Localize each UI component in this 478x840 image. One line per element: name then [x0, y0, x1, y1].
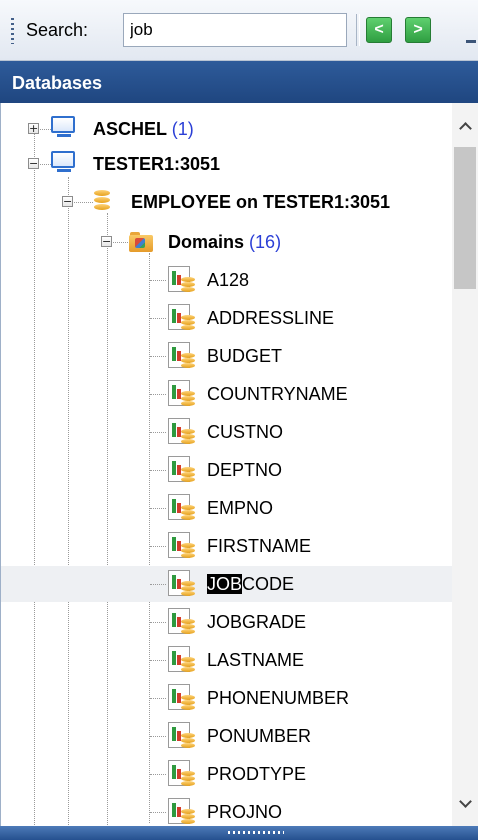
chevron-down-icon [458, 794, 472, 808]
tree-node-label: LASTNAME [207, 650, 305, 670]
domain-icon [168, 684, 198, 712]
find-next-button[interactable]: > [405, 17, 431, 43]
tree-node-domain-lastname[interactable]: LASTNAME [1, 642, 452, 678]
tree-node-label: EMPNO [207, 498, 274, 518]
tree-node-domain-phonenumber[interactable]: PHONENUMBER [1, 680, 452, 716]
chevron-right-icon: > [413, 21, 423, 38]
domain-icon [168, 266, 198, 294]
domain-icon [168, 608, 198, 636]
domain-icon [168, 494, 198, 522]
panel-header: Databases [0, 61, 478, 103]
node-count: (16) [249, 232, 282, 252]
tree-node-label: PONUMBER [207, 726, 312, 746]
chevron-left-icon: < [374, 21, 384, 38]
domain-icon [168, 532, 198, 560]
tree-node-domain-countryname[interactable]: COUNTRYNAME [1, 376, 452, 412]
tree-node-label: PHONENUMBER [207, 688, 350, 708]
tree-node-label: PROJNO [207, 802, 283, 822]
vertical-scrollbar[interactable] [452, 103, 478, 826]
chevron-up-icon [458, 121, 472, 135]
tree-node-label: ADDRESSLINE [207, 308, 335, 328]
domain-icon [168, 646, 198, 674]
tree-node-domain-empno[interactable]: EMPNO [1, 490, 452, 526]
tree-node-label: EMPLOYEE on TESTER1:3051 [131, 192, 391, 212]
panel-splitter[interactable] [0, 826, 478, 840]
tree-node-server-tester1[interactable]: − TESTER1:3051 [1, 146, 452, 182]
tree-node-database-employee[interactable]: − EMPLOYEE on TESTER1:3051 [1, 184, 452, 220]
tree-node-domain-projno[interactable]: PROJNO [1, 794, 452, 826]
panel-title: Databases [12, 73, 103, 93]
tree-node-label: FIRSTNAME [207, 536, 312, 556]
tree-node-domain-addressline[interactable]: ADDRESSLINE [1, 300, 452, 336]
collapse-minus-icon[interactable]: − [62, 196, 73, 207]
tree-node-label: JOBCODE [207, 574, 295, 594]
splitter-grip-handle[interactable] [228, 831, 284, 834]
collapse-minus-icon[interactable]: − [101, 236, 112, 247]
tree-node-label: TESTER1:3051 [93, 154, 221, 174]
domain-icon [168, 380, 198, 408]
tree-node-domain-a128[interactable]: A128 [1, 262, 452, 298]
database-icon [94, 190, 110, 214]
scrollbar-thumb[interactable] [454, 147, 476, 289]
tree-node-label: Domains (16) [168, 232, 282, 252]
find-previous-button[interactable]: < [366, 17, 392, 43]
tree-node-domain-jobgrade[interactable]: JOBGRADE [1, 604, 452, 640]
tree-node-domain-deptno[interactable]: DEPTNO [1, 452, 452, 488]
tree-node-label: PRODTYPE [207, 764, 307, 784]
tree-node-domain-firstname[interactable]: FIRSTNAME [1, 528, 452, 564]
domain-icon [168, 304, 198, 332]
tree-node-label: BUDGET [207, 346, 283, 366]
tree-node-label: COUNTRYNAME [207, 384, 348, 404]
collapse-minus-icon[interactable]: − [28, 158, 39, 169]
tree-node-domain-jobcode[interactable]: JOBCODE [1, 566, 452, 602]
server-monitor-icon [51, 116, 77, 140]
tree-node-domains-folder[interactable]: − Domains (16) [1, 224, 452, 260]
tree-node-label: DEPTNO [207, 460, 283, 480]
domain-icon [168, 418, 198, 446]
toolbar-overflow-button[interactable] [466, 40, 476, 49]
domain-icon [168, 342, 198, 370]
tree-node-label: CUSTNO [207, 422, 283, 442]
tree-node-label: ASCHEL (1) [93, 119, 194, 139]
search-match-highlight: JOB [207, 574, 243, 594]
search-toolbar: Search: < > [0, 0, 478, 61]
scroll-up-button[interactable] [452, 103, 478, 147]
domain-icon [168, 570, 198, 598]
database-explorer-tree: + ASCHEL (1) − TESTER1:3051 − EMPLOYEE o… [0, 103, 452, 826]
tree-node-server-aschel[interactable]: + ASCHEL (1) [1, 111, 452, 147]
search-label: Search: [26, 20, 89, 40]
domain-icon [168, 760, 198, 788]
toolbar-separator [356, 14, 360, 46]
tree-node-domain-custno[interactable]: CUSTNO [1, 414, 452, 450]
tree-node-label: JOBGRADE [207, 612, 307, 632]
expand-plus-icon[interactable]: + [28, 123, 39, 134]
domain-icon [168, 798, 198, 826]
scroll-down-button[interactable] [452, 782, 478, 826]
domains-folder-icon [129, 231, 155, 253]
tree-node-domain-prodtype[interactable]: PRODTYPE [1, 756, 452, 792]
server-monitor-icon [51, 151, 77, 175]
tree-node-label: A128 [207, 270, 250, 290]
toolbar-grip-handle[interactable] [11, 18, 14, 44]
tree-node-domain-budget[interactable]: BUDGET [1, 338, 452, 374]
domain-icon [168, 722, 198, 750]
tree-node-domain-ponumber[interactable]: PONUMBER [1, 718, 452, 754]
domain-icon [168, 456, 198, 484]
search-input[interactable] [123, 13, 347, 47]
node-count: (1) [171, 119, 194, 139]
